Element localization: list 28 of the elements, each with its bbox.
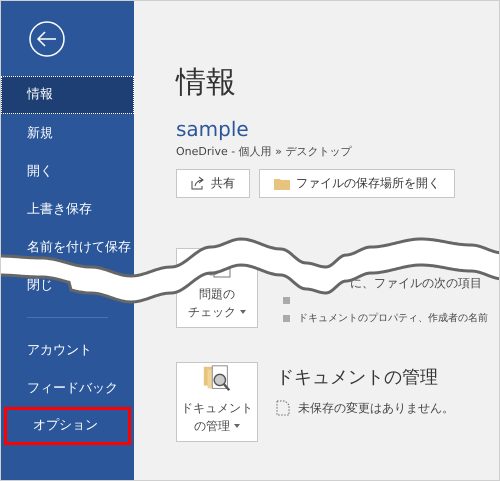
page-title: 情報 [176,64,237,102]
manage-document-button[interactable]: ドキュメント の管理 [176,362,258,442]
sidebar-item[interactable]: 開く [27,164,53,178]
bullet-text: ドキュメントのプロパティ、作成者の名前 [298,312,488,326]
bullet-icon [283,314,290,322]
sidebar-item[interactable]: オプション [4,407,131,445]
bullet-icon [283,297,290,304]
back-icon[interactable] [29,21,65,57]
open-location-button[interactable]: ファイルの保存場所を開く [259,168,455,198]
button-label: 問題の チェック [188,284,246,320]
caret-icon [240,310,246,314]
share-icon [191,176,205,190]
caret-icon [234,424,240,428]
section-heading: ドキュメントの管理 [276,366,439,390]
save-status: 未保存の変更はありません。 [298,400,454,416]
share-button[interactable]: 共有 [176,168,250,198]
sidebar-item[interactable]: フィードバック [27,380,118,396]
file-name: sample [176,117,250,141]
button-label: ドキュメント の管理 [181,400,253,434]
sidebar-item[interactable]: 閉じ [27,278,53,292]
sidebar-item[interactable]: 名前を付けて保存 [27,240,131,254]
file-location: OneDrive - 個人用 » デスクトップ [176,144,353,160]
sidebar-item[interactable]: 上書き保存 [27,202,92,216]
folder-icon [274,176,290,190]
sidebar-item[interactable]: アカウント [27,342,92,358]
sidebar-item[interactable]: 新規 [27,126,53,140]
document-icon [276,400,290,416]
sidebar-item[interactable]: 情報 [1,76,134,114]
